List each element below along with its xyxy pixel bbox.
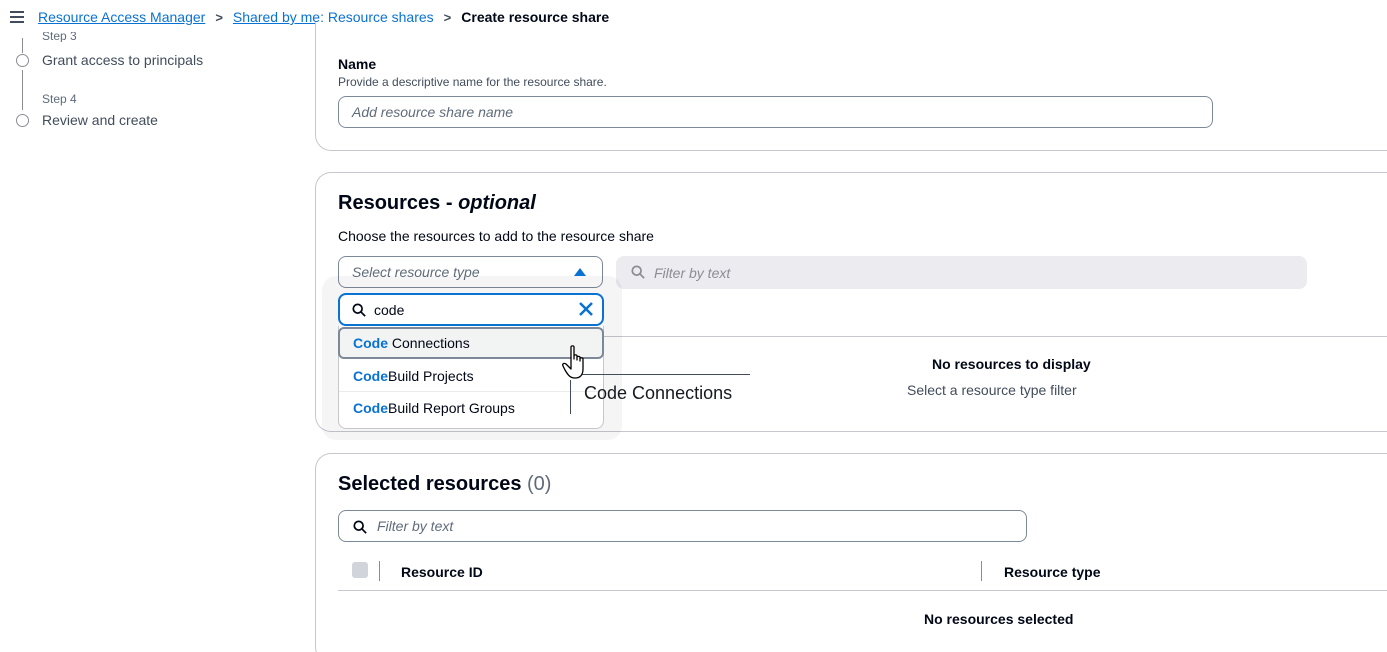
tooltip-border xyxy=(570,380,571,414)
selected-filter-input[interactable]: Filter by text xyxy=(338,510,1027,542)
column-separator xyxy=(981,561,982,581)
close-icon[interactable] xyxy=(579,302,593,316)
column-separator xyxy=(379,561,380,581)
column-header-resource-type[interactable]: Resource type xyxy=(1004,564,1100,580)
resource-share-name-input[interactable]: Add resource share name xyxy=(338,96,1213,128)
match-highlight: Code xyxy=(353,400,388,416)
no-resources-title: No resources to display xyxy=(932,356,1091,372)
resources-description: Choose the resources to add to the resou… xyxy=(338,228,654,244)
filter-placeholder: Filter by text xyxy=(654,264,731,281)
option-label: Build Report Groups xyxy=(388,400,515,416)
step-connector xyxy=(22,70,23,110)
step-4-number: Step 4 xyxy=(42,92,77,106)
selected-title: Selected resources xyxy=(338,473,527,495)
step-4-label[interactable]: Review and create xyxy=(42,112,158,128)
resources-filter-input: Filter by text xyxy=(616,256,1307,289)
option-label: Connections xyxy=(388,335,470,351)
search-icon xyxy=(352,303,366,317)
tooltip-border xyxy=(580,374,750,375)
search-value: code xyxy=(374,301,405,318)
option-codebuild-report-groups[interactable]: Code Build Report Groups xyxy=(339,392,603,424)
step-connector xyxy=(22,38,23,53)
selected-count: (0) xyxy=(527,473,552,495)
step-3-label[interactable]: Grant access to principals xyxy=(42,52,203,68)
name-description: Provide a descriptive name for the resou… xyxy=(338,75,607,89)
column-header-resource-id[interactable]: Resource ID xyxy=(401,564,483,580)
hand-cursor-icon xyxy=(562,345,584,379)
name-label: Name xyxy=(338,56,377,72)
breadcrumb-resource-access-manager[interactable]: Resource Access Manager xyxy=(38,9,205,25)
match-highlight: Code xyxy=(353,368,388,384)
search-icon xyxy=(631,265,645,279)
match-highlight: Code xyxy=(353,335,388,351)
chevron-right-icon: > xyxy=(215,9,223,25)
tooltip: Code Connections xyxy=(584,383,733,403)
no-resources-subtitle: Select a resource type filter xyxy=(907,382,1077,398)
step-circle-icon xyxy=(16,54,29,67)
step-circle-icon xyxy=(16,114,29,127)
dropdown-search-input[interactable]: code xyxy=(338,293,604,326)
select-all-checkbox[interactable] xyxy=(352,562,368,578)
caret-up-icon xyxy=(574,268,586,276)
table-header-divider xyxy=(604,336,1387,337)
resources-heading: Resources - optional xyxy=(338,192,536,215)
filter-placeholder: Filter by text xyxy=(377,518,454,534)
resources-title: Resources - xyxy=(338,192,459,214)
optional-label: optional xyxy=(458,192,536,214)
menu-icon[interactable] xyxy=(10,11,24,23)
option-label: Build Projects xyxy=(388,368,474,384)
no-resources-selected: No resources selected xyxy=(924,611,1074,627)
table-header-divider xyxy=(338,590,1387,591)
step-3-number: Step 3 xyxy=(42,32,77,42)
search-icon xyxy=(353,520,367,534)
selected-resources-heading: Selected resources (0) xyxy=(338,473,551,496)
